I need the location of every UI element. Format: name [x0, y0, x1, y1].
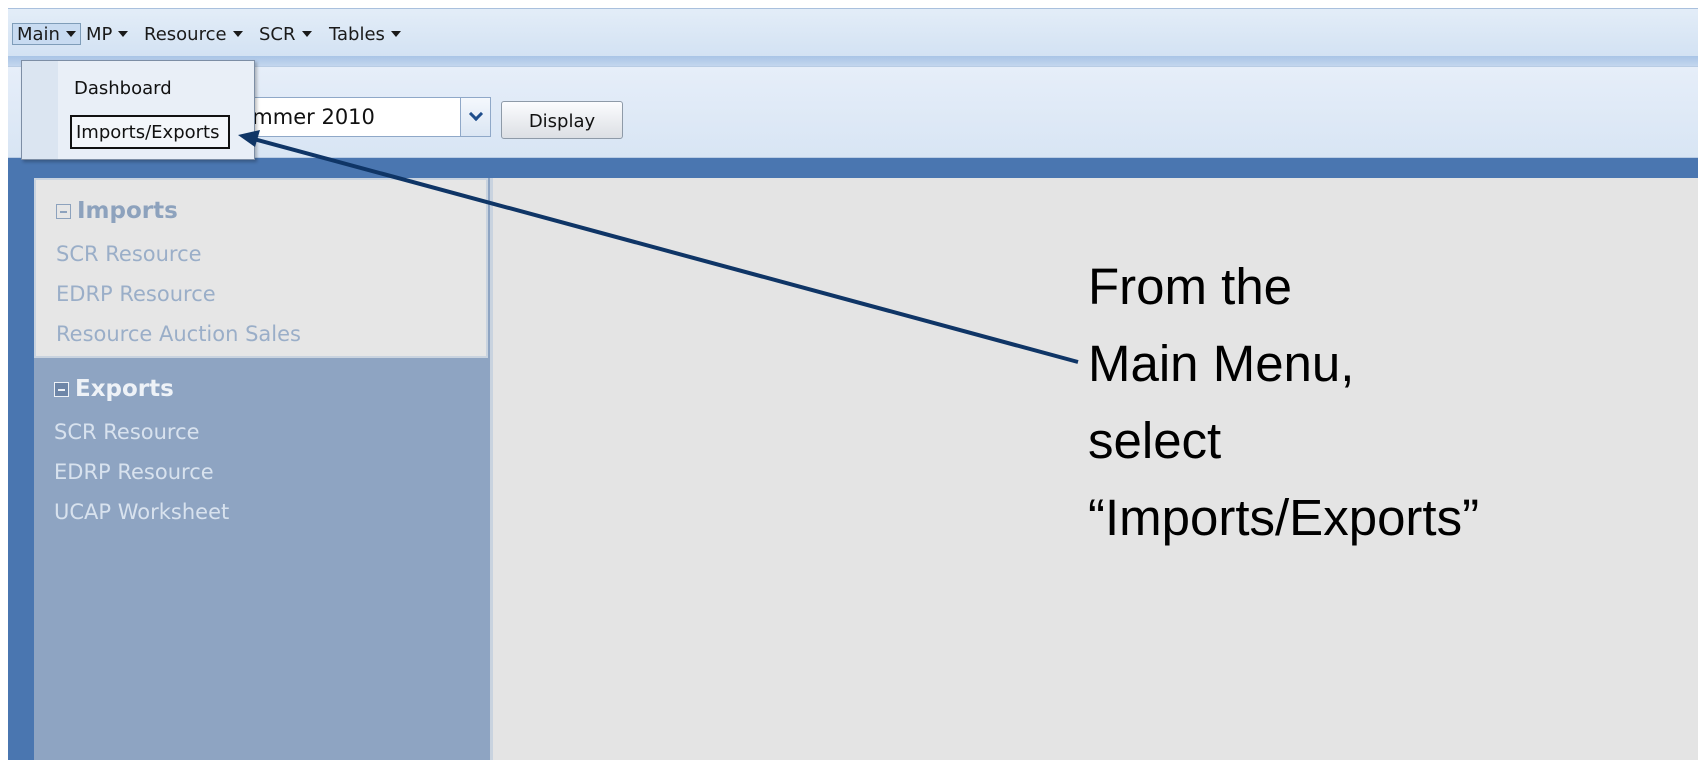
chevron-down-icon [232, 31, 243, 37]
menu-mp[interactable]: MP [82, 23, 132, 45]
chevron-down-icon [390, 31, 401, 37]
display-button[interactable]: Display [501, 101, 623, 139]
exports-link-edrp-resource[interactable]: EDRP Resource [54, 460, 214, 484]
menu-resource-label: Resource [144, 23, 227, 45]
dropdown-item-imports-exports[interactable]: Imports/Exports [70, 115, 230, 149]
main-dropdown-menu: Dashboard Imports/Exports [21, 60, 255, 160]
exports-header-label: Exports [75, 376, 174, 402]
menu-scr[interactable]: SCR [255, 23, 316, 45]
callout-line-3: select [1088, 412, 1222, 469]
imports-header[interactable]: Imports [56, 198, 178, 224]
collapse-icon[interactable] [56, 203, 71, 219]
dropdown-gutter [22, 61, 58, 159]
imports-link-resource-auction-sales[interactable]: Resource Auction Sales [56, 322, 301, 346]
imports-link-scr-resource[interactable]: SCR Resource [56, 242, 202, 266]
imports-link-edrp-resource[interactable]: EDRP Resource [56, 282, 216, 306]
season-select-value: ummer 2010 [239, 105, 375, 129]
imports-header-label: Imports [77, 198, 178, 224]
menu-main[interactable]: Main [12, 23, 81, 45]
callout-line-2: Main Menu, [1088, 335, 1355, 392]
callout-line-1: From the [1088, 258, 1293, 315]
menu-mp-label: MP [86, 23, 113, 45]
toolbar: ummer 2010 Display [8, 66, 1698, 158]
exports-header[interactable]: Exports [54, 376, 174, 402]
menu-scr-label: SCR [259, 23, 296, 45]
menu-main-label: Main [17, 23, 60, 45]
menu-bar: Main MP Resource SCR Tables [8, 8, 1698, 56]
exports-link-ucap-worksheet[interactable]: UCAP Worksheet [54, 500, 229, 524]
exports-section: Exports SCR Resource EDRP Resource UCAP … [34, 358, 488, 760]
chevron-down-icon [468, 106, 483, 122]
chevron-down-icon [118, 31, 129, 37]
dropdown-item-dashboard[interactable]: Dashboard [70, 71, 230, 105]
navigation-panel: Imports SCR Resource EDRP Resource Resou… [34, 178, 496, 760]
chevron-down-icon [301, 31, 312, 37]
exports-link-scr-resource[interactable]: SCR Resource [54, 420, 200, 444]
chevron-down-icon [65, 31, 76, 37]
season-dropdown-button[interactable] [460, 98, 490, 136]
menu-tables-label: Tables [329, 23, 385, 45]
menu-tables[interactable]: Tables [325, 23, 405, 45]
annotation-callout: From the Main Menu, select “Imports/Expo… [1088, 248, 1479, 556]
menu-bar-divider [8, 56, 1698, 66]
imports-section: Imports SCR Resource EDRP Resource Resou… [34, 178, 488, 358]
callout-line-4: “Imports/Exports” [1088, 489, 1480, 546]
collapse-icon[interactable] [54, 381, 69, 397]
menu-resource[interactable]: Resource [140, 23, 247, 45]
